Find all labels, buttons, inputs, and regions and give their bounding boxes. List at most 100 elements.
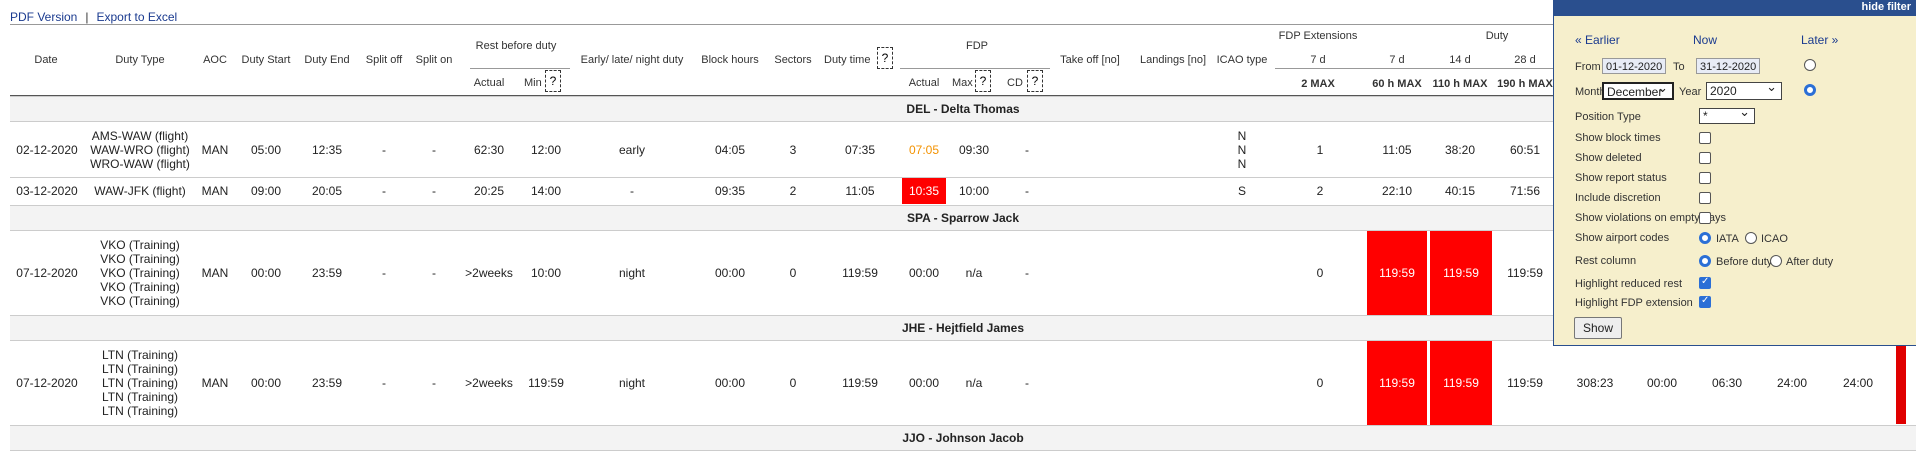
- cell-fdp-cd: -: [1025, 184, 1029, 198]
- help-fdp-max-button[interactable]: ?: [975, 70, 991, 92]
- col-icao-type: ICAO type: [1216, 54, 1268, 66]
- later-link[interactable]: Later »: [1801, 33, 1838, 47]
- col-duty-14d-max: 110 h MAX: [1432, 78, 1488, 90]
- cell-extra-3: 06:30: [1711, 376, 1743, 390]
- highlight-reduced-rest-checkbox[interactable]: [1699, 276, 1711, 289]
- cell-icao-type: N: [1237, 143, 1247, 157]
- col-sectors: Sectors: [774, 54, 812, 66]
- cell-fdp-actual-violation: 10:35: [902, 178, 946, 204]
- cell-duty-type: LTN (Training): [101, 348, 179, 362]
- cell-duty-start: 00:00: [250, 376, 282, 390]
- col-date: Date: [34, 54, 58, 66]
- cell-early-late-night: night: [618, 376, 646, 390]
- cell-split-on: -: [432, 143, 436, 157]
- year-select[interactable]: 2020: [1706, 79, 1782, 100]
- cell-sectors: 2: [789, 184, 797, 198]
- col-duty-7d: 7 d: [1389, 54, 1405, 66]
- show-deleted-label: Show deleted: [1575, 152, 1642, 164]
- after-duty-label: After duty: [1786, 256, 1834, 268]
- earlier-link[interactable]: « Earlier: [1575, 33, 1620, 47]
- export-excel-link[interactable]: Export to Excel: [96, 10, 177, 24]
- cell-duty-type: WAW-WRO (flight): [90, 143, 190, 157]
- cell-rest-min: 119:59: [528, 376, 564, 390]
- rest-subheader-line: [470, 68, 570, 69]
- month-year-radio[interactable]: [1804, 84, 1816, 96]
- icao-radio[interactable]: [1745, 232, 1757, 244]
- pdf-version-link[interactable]: PDF Version: [10, 10, 77, 24]
- cell-duty-type: VKO (Training): [100, 294, 180, 308]
- cell-duty-type: LTN (Training): [101, 390, 179, 404]
- cell-duty-type: AMS-WAW (flight): [91, 129, 189, 143]
- col-block-hours: Block hours: [701, 54, 759, 66]
- highlight-fdp-extension-checkbox[interactable]: [1699, 295, 1711, 308]
- col-ext-7d: 7 d: [1310, 54, 1326, 66]
- group-header-jjo: JJO - Johnson Jacob: [10, 425, 1916, 451]
- help-rest-min-button[interactable]: ?: [545, 70, 561, 92]
- icao-label: ICAO: [1761, 233, 1788, 245]
- show-block-times-checkbox[interactable]: [1699, 132, 1711, 144]
- cell-fdp-max: n/a: [965, 266, 983, 280]
- col-duty-type: Duty Type: [115, 54, 165, 66]
- now-link[interactable]: Now: [1693, 33, 1717, 47]
- cell-duty-time: 11:05: [845, 184, 875, 198]
- show-violations-checkbox[interactable]: [1699, 212, 1711, 224]
- position-type-select[interactable]: *: [1699, 105, 1755, 124]
- cell-split-on: -: [432, 376, 436, 390]
- col-rest-min: Min: [524, 77, 542, 89]
- cell-date: 07-12-2020: [16, 376, 78, 390]
- cell-extra-2: 00:00: [1646, 376, 1678, 390]
- cell-duty-14d: 38:20: [1444, 143, 1476, 157]
- highlight-fdp-extension-label: Highlight FDP extension: [1575, 297, 1693, 309]
- export-links: PDF Version | Export to Excel: [10, 10, 177, 24]
- cell-duty-7d: 11:05: [1382, 143, 1412, 157]
- cell-fdp-max: 10:00: [958, 184, 990, 198]
- help-fdp-cd-button[interactable]: ?: [1027, 70, 1043, 92]
- show-report-status-checkbox[interactable]: [1699, 172, 1711, 184]
- before-duty-radio[interactable]: [1699, 255, 1711, 267]
- month-select[interactable]: December: [1602, 80, 1674, 100]
- cell-duty-28d: 119:59: [1507, 266, 1543, 280]
- cell-duty-14d-violation: 119:59: [1430, 231, 1492, 315]
- cell-fdp-max: n/a: [965, 376, 983, 390]
- date-range-radio[interactable]: [1804, 59, 1816, 71]
- col-duty-time: Duty time: [824, 54, 871, 66]
- cell-early-late-night: night: [618, 266, 646, 280]
- cell-ext-7d: 1: [1316, 143, 1324, 157]
- help-duty-time-button[interactable]: ?: [877, 47, 893, 69]
- cell-sectors: 0: [789, 376, 797, 390]
- cell-fdp-max: 09:30: [958, 143, 990, 157]
- col-fdp: FDP: [966, 40, 988, 52]
- cell-duty-type: VKO (Training): [100, 238, 180, 252]
- cell-duty-type: LTN (Training): [101, 362, 179, 376]
- airport-codes-label: Show airport codes: [1575, 232, 1670, 244]
- col-duty-28d: 28 d: [1514, 54, 1536, 66]
- include-discretion-checkbox[interactable]: [1699, 192, 1711, 204]
- cell-split-off: -: [382, 266, 386, 280]
- cell-duty-time: 07:35: [844, 143, 876, 157]
- cell-duty-7d-violation: 119:59: [1367, 231, 1427, 315]
- cell-split-off: -: [382, 184, 386, 198]
- cell-icao-type: N: [1237, 129, 1247, 143]
- month-label: Month: [1575, 86, 1606, 98]
- hide-filter-link[interactable]: hide filter: [1861, 1, 1911, 13]
- show-deleted-checkbox[interactable]: [1699, 152, 1711, 164]
- cell-split-off: -: [382, 143, 386, 157]
- cell-duty-end: 20:05: [311, 184, 343, 198]
- after-duty-radio[interactable]: [1770, 255, 1782, 267]
- cell-duty-type: WRO-WAW (flight): [90, 157, 190, 171]
- show-button[interactable]: Show: [1574, 317, 1622, 339]
- from-date-input[interactable]: 01-12-2020: [1602, 58, 1666, 74]
- include-discretion-label: Include discretion: [1575, 192, 1661, 204]
- cell-split-off: -: [382, 376, 386, 390]
- position-type-label: Position Type: [1575, 111, 1641, 123]
- cell-duty-type: VKO (Training): [100, 266, 180, 280]
- cell-date: 03-12-2020: [16, 184, 78, 198]
- cell-date: 02-12-2020: [16, 143, 78, 157]
- cell-icao-type: N: [1237, 157, 1247, 171]
- year-label: Year: [1679, 86, 1702, 98]
- cell-icao-type: S: [1237, 184, 1247, 198]
- to-date-input[interactable]: 31-12-2020: [1696, 58, 1760, 74]
- cell-duty-start: 05:00: [250, 143, 282, 157]
- iata-radio[interactable]: [1699, 232, 1711, 244]
- cell-aoc: MAN: [201, 376, 229, 390]
